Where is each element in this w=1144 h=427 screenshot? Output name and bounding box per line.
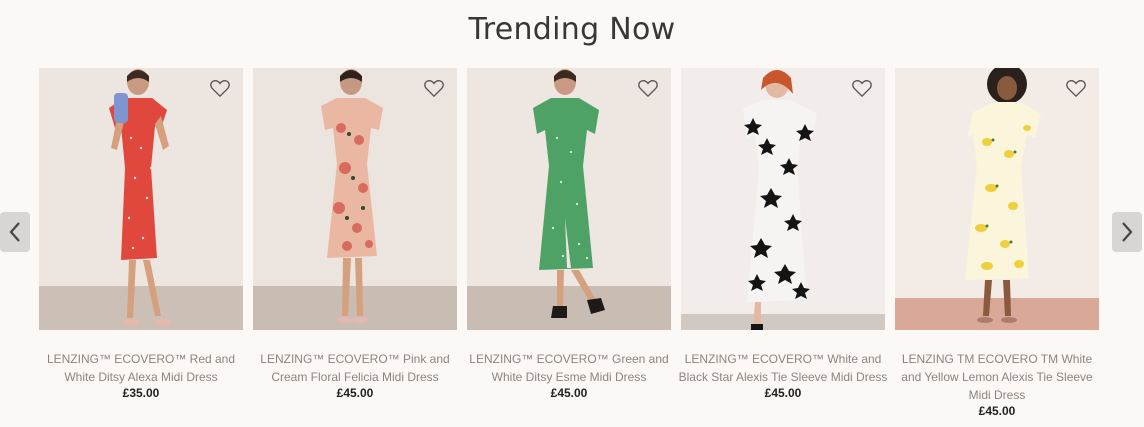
carousel-next-button[interactable] xyxy=(1112,212,1142,252)
product-image[interactable] xyxy=(681,68,885,330)
wishlist-heart-icon[interactable] xyxy=(209,78,231,98)
product-name[interactable]: LENZING TM ECOVERO TM White and Yellow L… xyxy=(892,350,1102,404)
product-card[interactable]: LENZING™ ECOVERO™ Red and White Ditsy Al… xyxy=(39,68,243,418)
product-image[interactable] xyxy=(467,68,671,330)
chevron-left-icon xyxy=(9,222,20,242)
wishlist-heart-icon[interactable] xyxy=(851,78,873,98)
product-card[interactable]: LENZING™ ECOVERO™ Pink and Cream Floral … xyxy=(253,68,457,418)
product-name[interactable]: LENZING™ ECOVERO™ Red and White Ditsy Al… xyxy=(36,350,246,386)
product-price: £45.00 xyxy=(336,386,374,400)
product-image[interactable] xyxy=(895,68,1099,330)
product-price: £45.00 xyxy=(764,386,802,400)
chevron-right-icon xyxy=(1122,222,1133,242)
carousel-prev-button[interactable] xyxy=(0,212,30,252)
product-carousel: LENZING™ ECOVERO™ Red and White Ditsy Al… xyxy=(39,68,1099,418)
product-price: £45.00 xyxy=(978,404,1016,418)
wishlist-heart-icon[interactable] xyxy=(637,78,659,98)
product-name[interactable]: LENZING™ ECOVERO™ White and Black Star A… xyxy=(678,350,888,386)
section-title: Trending Now xyxy=(468,12,676,47)
wishlist-heart-icon[interactable] xyxy=(423,78,445,98)
product-image[interactable] xyxy=(253,68,457,330)
product-name[interactable]: LENZING™ ECOVERO™ Green and White Ditsy … xyxy=(464,350,674,386)
wishlist-heart-icon[interactable] xyxy=(1065,78,1087,98)
product-price: £45.00 xyxy=(550,386,588,400)
product-image[interactable] xyxy=(39,68,243,330)
product-name[interactable]: LENZING™ ECOVERO™ Pink and Cream Floral … xyxy=(250,350,460,386)
product-card[interactable]: LENZING TM ECOVERO TM White and Yellow L… xyxy=(895,68,1099,418)
product-card[interactable]: LENZING™ ECOVERO™ Green and White Ditsy … xyxy=(467,68,671,418)
product-price: £35.00 xyxy=(122,386,160,400)
product-card[interactable]: LENZING™ ECOVERO™ White and Black Star A… xyxy=(678,68,888,418)
